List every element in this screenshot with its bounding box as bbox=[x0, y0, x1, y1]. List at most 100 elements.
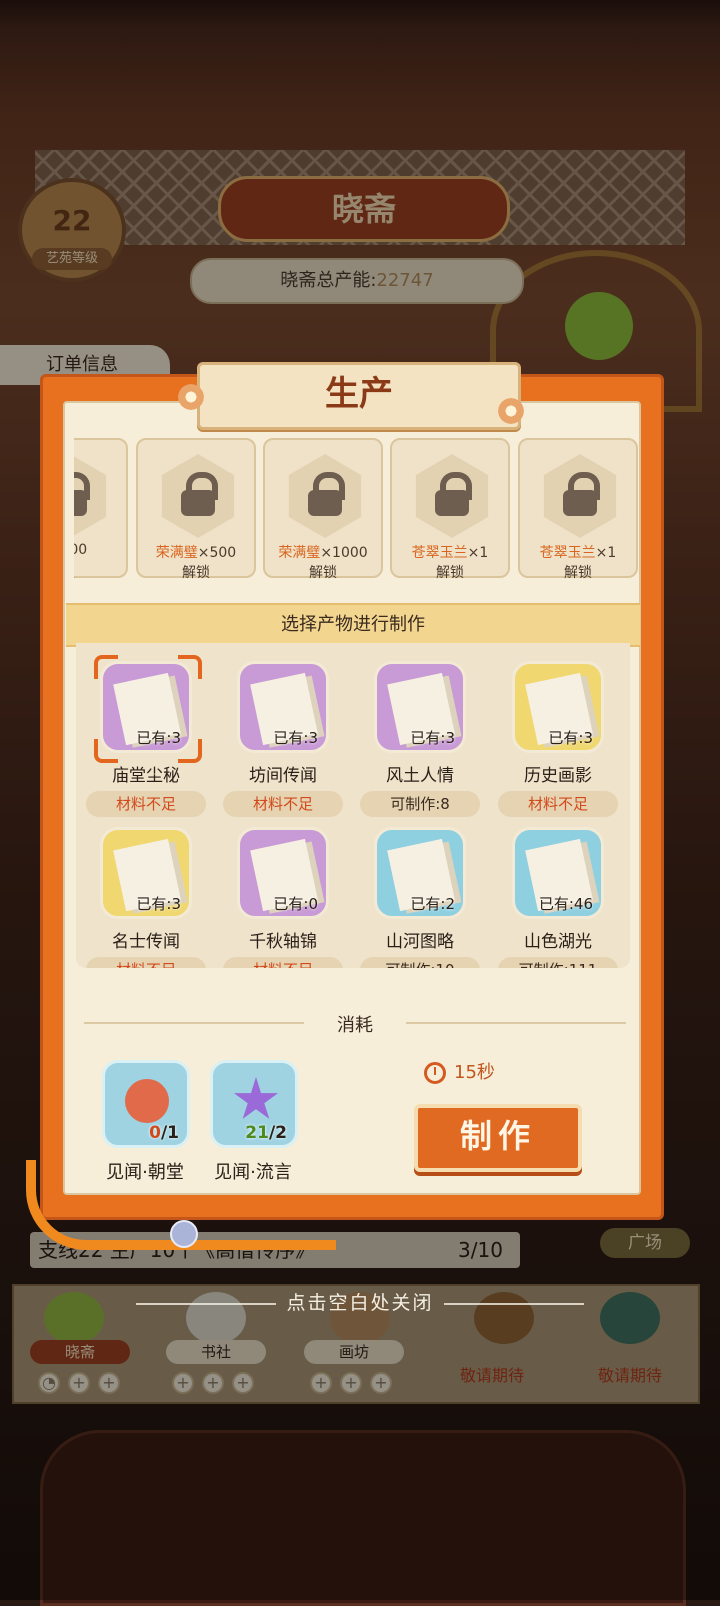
product-item[interactable]: 已有:3 坊间传闻材料不足 bbox=[215, 651, 351, 819]
unlock-label: 锁 bbox=[74, 562, 126, 582]
hint-dash bbox=[443, 1302, 584, 1305]
divider-left bbox=[84, 1022, 304, 1024]
unlock-card[interactable]: 荣满璧×500 解锁 bbox=[136, 438, 256, 581]
product-icon: 已有:3 bbox=[512, 661, 604, 753]
product-name: 庙堂尘秘 bbox=[112, 766, 180, 786]
lock-body bbox=[308, 490, 342, 516]
unlock-slot-row[interactable]: ×200 锁 荣满璧×500 解锁 荣满璧×1000 解锁 苍翠玉兰×1 解锁 … bbox=[74, 436, 640, 582]
flower-ornament-icon bbox=[176, 382, 206, 412]
product-name: 千秋轴锦 bbox=[249, 932, 317, 952]
owned-count: 已有:3 bbox=[548, 729, 593, 747]
unlock-material: 荣满璧 bbox=[155, 545, 198, 561]
product-status: 可制作:8 bbox=[360, 791, 480, 817]
lock-body bbox=[435, 490, 469, 516]
craft-time: 15秒 bbox=[454, 1062, 495, 1083]
product-icon: 已有:0 bbox=[237, 827, 329, 919]
unlock-card[interactable]: 荣满璧×1000 解锁 bbox=[263, 438, 383, 581]
owned-count: 已有:3 bbox=[273, 729, 318, 747]
material-need: /1 bbox=[160, 1123, 179, 1143]
unlock-cost: 荣满璧×1000 bbox=[265, 542, 381, 562]
modal-title: 生产 bbox=[197, 362, 521, 430]
unlock-amount: ×1 bbox=[595, 545, 617, 561]
unlock-amount: ×500 bbox=[197, 545, 237, 561]
product-icon: 已有:3 bbox=[374, 661, 466, 753]
product-status: 材料不足 bbox=[86, 957, 206, 968]
product-icon: 已有:2 bbox=[374, 827, 466, 919]
owned-count: 已有:3 bbox=[136, 895, 181, 913]
lock-body bbox=[181, 490, 215, 516]
rumor-star-icon bbox=[233, 1077, 279, 1119]
product-name: 名士传闻 bbox=[112, 932, 180, 952]
unlock-amount: ×1000 bbox=[320, 545, 368, 561]
select-product-header: 选择产物进行制作 bbox=[66, 603, 640, 647]
unlock-card[interactable]: ×200 锁 bbox=[74, 438, 128, 581]
unlock-label: 解锁 bbox=[309, 565, 337, 581]
owned-count: 已有:0 bbox=[273, 895, 318, 913]
unlock-cost: 荣满璧×500 bbox=[138, 542, 254, 562]
product-item[interactable]: 已有:3 历史画影材料不足 bbox=[490, 651, 626, 819]
product-status: 材料不足 bbox=[223, 957, 343, 968]
close-hint[interactable]: 点击空白处关闭 bbox=[0, 1288, 720, 1315]
product-item[interactable]: 已有:3 风土人情可制作:8 bbox=[352, 651, 488, 819]
unlock-material: 苍翠玉兰 bbox=[539, 545, 596, 561]
product-name: 风土人情 bbox=[386, 766, 454, 786]
unlock-material: 荣满璧 bbox=[278, 545, 321, 561]
unlock-card[interactable]: 苍翠玉兰×1 解锁 bbox=[390, 438, 510, 581]
unlock-label: 解锁 bbox=[182, 565, 210, 581]
product-item[interactable]: 已有:0 千秋轴锦材料不足 bbox=[215, 817, 351, 968]
product-icon: 已有:3 bbox=[100, 827, 192, 919]
material-have: 21 bbox=[245, 1123, 269, 1143]
unlock-cost: 苍翠玉兰×1 bbox=[392, 542, 508, 562]
product-name: 山色湖光 bbox=[524, 932, 592, 952]
selection-corner bbox=[178, 655, 202, 679]
product-status: 材料不足 bbox=[223, 791, 343, 817]
owned-count: 已有:46 bbox=[538, 895, 593, 913]
unlock-material: 苍翠玉兰 bbox=[411, 545, 468, 561]
clock-icon bbox=[424, 1062, 446, 1084]
product-item[interactable]: 已有:3 名士传闻材料不足 bbox=[78, 817, 214, 968]
craft-timer: 15秒 bbox=[424, 1058, 495, 1084]
product-item[interactable]: 已有:3 庙堂尘秘材料不足 bbox=[78, 651, 214, 819]
flower-ornament-icon bbox=[496, 396, 526, 426]
product-icon: 已有:3 bbox=[237, 661, 329, 753]
material-count: 0/1 bbox=[149, 1123, 179, 1143]
hint-dash bbox=[136, 1302, 277, 1305]
unlock-amount: ×200 bbox=[74, 542, 88, 558]
product-item[interactable]: 已有:2 山河图略可制作:10 bbox=[352, 817, 488, 968]
unlock-cost: 苍翠玉兰×1 bbox=[520, 542, 636, 562]
unlock-cost: ×200 bbox=[74, 542, 126, 558]
unlock-amount: ×1 bbox=[467, 545, 489, 561]
product-name: 山河图略 bbox=[386, 932, 454, 952]
product-status: 可制作:10 bbox=[360, 957, 480, 968]
material-have: 0 bbox=[149, 1123, 161, 1143]
product-status: 材料不足 bbox=[498, 791, 618, 817]
unlock-label: 解锁 bbox=[564, 565, 592, 581]
product-name: 历史画影 bbox=[524, 766, 592, 786]
close-hint-text: 点击空白处关闭 bbox=[286, 1292, 434, 1314]
selection-corner bbox=[178, 739, 202, 763]
owned-count: 已有:2 bbox=[410, 895, 455, 913]
material-tile-court[interactable]: 0/1 bbox=[102, 1060, 190, 1148]
product-status: 可制作:111 bbox=[498, 957, 618, 968]
unlock-card[interactable]: 苍翠玉兰×1 解锁 bbox=[518, 438, 638, 581]
make-button[interactable]: 制作 bbox=[414, 1104, 582, 1172]
material-need: /2 bbox=[268, 1123, 287, 1143]
product-item[interactable]: 已有:46 山色湖光可制作:111 bbox=[490, 817, 626, 968]
product-status: 材料不足 bbox=[86, 791, 206, 817]
material-tile-rumor[interactable]: 21/2 bbox=[210, 1060, 298, 1148]
bead-decoration bbox=[170, 1220, 198, 1248]
court-seal-icon bbox=[125, 1079, 169, 1123]
divider-right bbox=[406, 1022, 626, 1024]
owned-count: 已有:3 bbox=[410, 729, 455, 747]
lock-body bbox=[74, 490, 87, 516]
selection-corner bbox=[94, 739, 118, 763]
lock-body bbox=[563, 490, 597, 516]
owned-count: 已有:3 bbox=[136, 729, 181, 747]
material-count: 21/2 bbox=[245, 1123, 287, 1143]
product-name: 坊间传闻 bbox=[249, 766, 317, 786]
consume-label: 消耗 bbox=[337, 1015, 373, 1036]
product-grid: 已有:3 庙堂尘秘 材料不足 已有:3 坊间传闻 材料不足 已有:3 风土人情 可制作:8 已有:… bbox=[76, 643, 630, 968]
product-icon: 已有:46 bbox=[512, 827, 604, 919]
selection-corner bbox=[94, 655, 118, 679]
unlock-label: 解锁 bbox=[436, 565, 464, 581]
